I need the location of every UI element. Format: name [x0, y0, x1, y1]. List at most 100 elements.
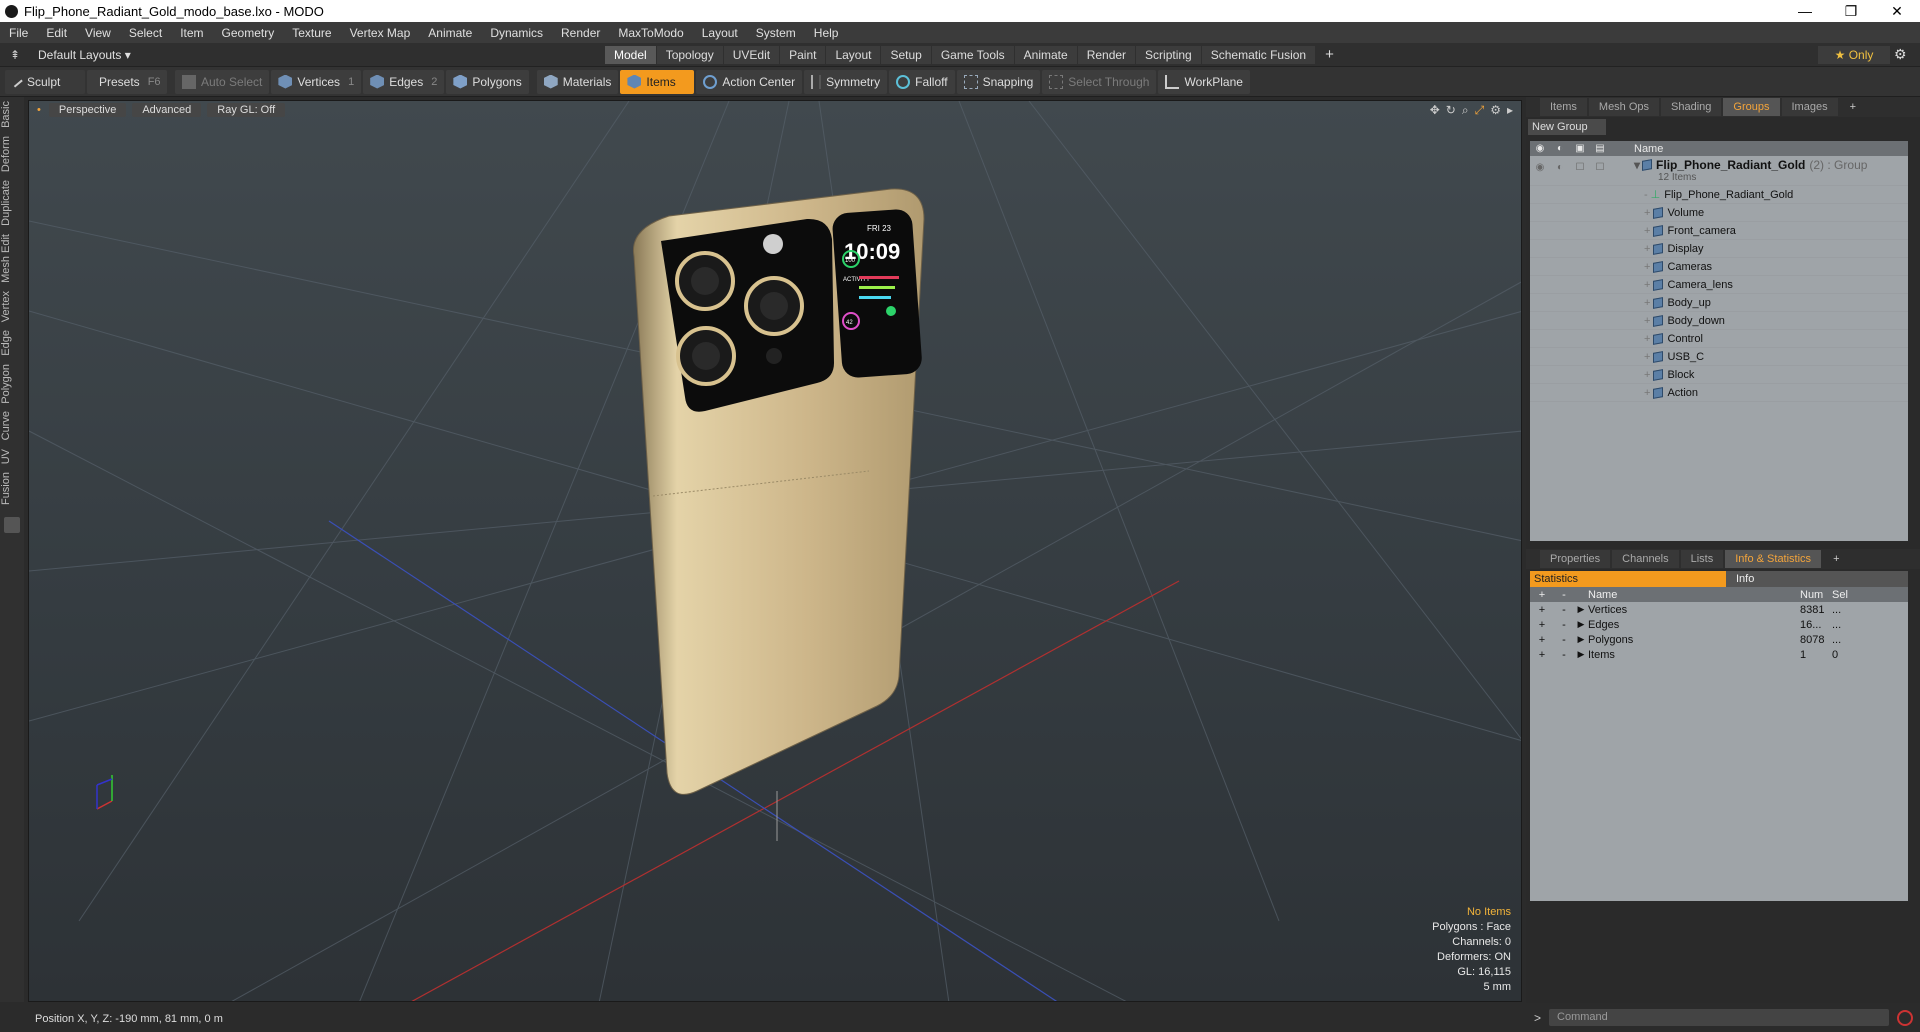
add-icon[interactable]: + — [1530, 619, 1554, 631]
add-bottom-tab-button[interactable]: + — [1823, 550, 1849, 568]
menu-layout[interactable]: Layout — [693, 26, 747, 40]
workplane-button[interactable]: WorkPlane — [1158, 69, 1250, 94]
list-item[interactable]: + Body_up — [1530, 294, 1908, 312]
edges-button[interactable]: Edges 2 — [363, 69, 445, 94]
viewport-settings-icon[interactable]: ⚙ — [1490, 103, 1501, 118]
sculpt-button[interactable]: Sculpt — [5, 69, 85, 94]
menu-item[interactable]: Item — [171, 26, 212, 40]
3d-viewport[interactable]: FRI 23 10:09 100 ACTIVITY 42 • Perspecti… — [28, 100, 1522, 1002]
list-item[interactable]: + Cameras — [1530, 258, 1908, 276]
falloff-button[interactable]: Falloff — [889, 69, 955, 94]
items-button[interactable]: Items — [620, 69, 695, 94]
tab-lists[interactable]: Lists — [1680, 550, 1724, 568]
symmetry-button[interactable]: Symmetry — [804, 69, 888, 94]
tab-uvedit[interactable]: UVEdit — [723, 46, 780, 64]
name-column-header[interactable]: Name — [1634, 143, 1663, 155]
snapping-button[interactable]: Snapping — [956, 69, 1041, 94]
tab-setup[interactable]: Setup — [881, 46, 931, 64]
visibility-col-icon[interactable]: ◉ — [1530, 143, 1550, 154]
action-center-button[interactable]: Action Center — [696, 69, 803, 94]
materials-button[interactable]: Materials — [536, 69, 619, 94]
menu-texture[interactable]: Texture — [283, 26, 340, 40]
panel-toggle-icon[interactable] — [4, 517, 20, 534]
lefttab-basic[interactable]: Basic — [0, 97, 24, 132]
lefttab-uv[interactable]: UV — [0, 445, 24, 468]
lock-toggle-icon[interactable]: ☐ — [1570, 162, 1590, 173]
close-button[interactable]: ✕ — [1874, 3, 1920, 20]
render-col-icon[interactable]: ◐ — [1550, 143, 1570, 154]
table-row[interactable]: + - ▶ Items 1 0 — [1530, 647, 1908, 662]
vertices-button[interactable]: Vertices 1 — [271, 69, 362, 94]
presets-button[interactable]: Presets F6 — [87, 69, 167, 94]
remove-icon[interactable]: - — [1554, 649, 1574, 661]
tab-game-tools[interactable]: Game Tools — [931, 46, 1014, 64]
menu-dynamics[interactable]: Dynamics — [481, 26, 552, 40]
layout-dropdown[interactable]: Default Layouts ▾ — [38, 48, 131, 62]
tab-images[interactable]: Images — [1781, 98, 1838, 116]
list-item[interactable]: + USB_C — [1530, 348, 1908, 366]
pan-icon[interactable]: ✥ — [1430, 103, 1440, 118]
tab-model[interactable]: Model — [605, 46, 656, 64]
list-item[interactable]: - ⊥ Flip_Phone_Radiant_Gold — [1530, 186, 1908, 204]
list-item[interactable]: + Camera_lens — [1530, 276, 1908, 294]
eye-icon[interactable]: ◉ — [1530, 162, 1550, 173]
tab-groups[interactable]: Groups — [1723, 98, 1780, 116]
menu-render[interactable]: Render — [552, 26, 609, 40]
lefttab-polygon[interactable]: Polygon — [0, 360, 24, 408]
minimize-button[interactable]: — — [1782, 3, 1828, 20]
command-input[interactable]: Command — [1549, 1009, 1890, 1026]
maximize-button[interactable]: ❐ — [1828, 3, 1874, 20]
rotate-icon[interactable]: ↻ — [1446, 103, 1456, 118]
phone-model[interactable]: FRI 23 10:09 100 ACTIVITY 42 — [29, 101, 1522, 1002]
add-panel-tab-button[interactable]: + — [1840, 98, 1866, 116]
list-item[interactable]: + Block — [1530, 366, 1908, 384]
lefttab-curve[interactable]: Curve — [0, 407, 24, 444]
menu-edit[interactable]: Edit — [37, 26, 76, 40]
menu-vertex-map[interactable]: Vertex Map — [341, 26, 420, 40]
collapse-icon[interactable]: ⇞ — [10, 48, 20, 62]
info-tab[interactable]: Info — [1726, 571, 1908, 587]
stat-sel-header[interactable]: Sel — [1832, 589, 1862, 601]
viewport-expand-icon[interactable]: ▸ — [1507, 103, 1513, 118]
list-item[interactable]: + Display — [1530, 240, 1908, 258]
tab-shading[interactable]: Shading — [1661, 98, 1722, 116]
lefttab-mesh-edit[interactable]: Mesh Edit — [0, 230, 24, 287]
view-perspective-button[interactable]: Perspective — [48, 103, 127, 117]
menu-select[interactable]: Select — [120, 26, 171, 40]
menu-animate[interactable]: Animate — [419, 26, 481, 40]
tab-layout[interactable]: Layout — [826, 46, 881, 64]
stat-name-header[interactable]: Name — [1588, 589, 1800, 601]
list-item[interactable]: + Action — [1530, 384, 1908, 402]
menu-help[interactable]: Help — [805, 26, 848, 40]
menu-view[interactable]: View — [76, 26, 120, 40]
polygons-button[interactable]: Polygons — [446, 69, 529, 94]
only-button[interactable]: ★ Only — [1818, 46, 1890, 64]
table-row[interactable]: + - ▶ Polygons 8078... — [1530, 632, 1908, 647]
gear-icon[interactable]: ⚙ — [1894, 46, 1907, 63]
stat-num-header[interactable]: Num — [1800, 589, 1832, 601]
menu-file[interactable]: File — [0, 26, 37, 40]
tab-info-statistics[interactable]: Info & Statistics — [1725, 550, 1822, 568]
select-through-button[interactable]: Select Through — [1042, 69, 1157, 94]
expand-arrow-icon[interactable]: ▶ — [1574, 634, 1588, 645]
table-row[interactable]: + - ▶ Vertices 8381... — [1530, 602, 1908, 617]
lefttab-edge[interactable]: Edge — [0, 326, 24, 360]
menu-geometry[interactable]: Geometry — [213, 26, 284, 40]
lefttab-duplicate[interactable]: Duplicate — [0, 176, 24, 230]
list-item[interactable]: + Control — [1530, 330, 1908, 348]
lefttab-fusion[interactable]: Fusion — [0, 468, 24, 509]
zoom-icon[interactable]: ⌕ — [1462, 103, 1469, 118]
add-icon[interactable]: + — [1530, 604, 1554, 616]
lefttab-deform[interactable]: Deform — [0, 132, 24, 176]
add-tab-button[interactable]: + — [1316, 46, 1343, 64]
expand-arrow-icon[interactable]: ▶ — [1574, 619, 1588, 630]
tab-topology[interactable]: Topology — [656, 46, 723, 64]
tab-mesh-ops[interactable]: Mesh Ops — [1588, 98, 1660, 116]
select-col-icon[interactable]: ▤ — [1590, 143, 1610, 154]
tab-schematic-fusion[interactable]: Schematic Fusion — [1201, 46, 1316, 64]
tab-channels[interactable]: Channels — [1612, 550, 1679, 568]
view-mode-button[interactable]: Advanced — [132, 103, 202, 117]
menu-system[interactable]: System — [747, 26, 805, 40]
fit-icon[interactable]: ⤢ — [1475, 103, 1485, 118]
table-row[interactable]: + - ▶ Edges 16...... — [1530, 617, 1908, 632]
